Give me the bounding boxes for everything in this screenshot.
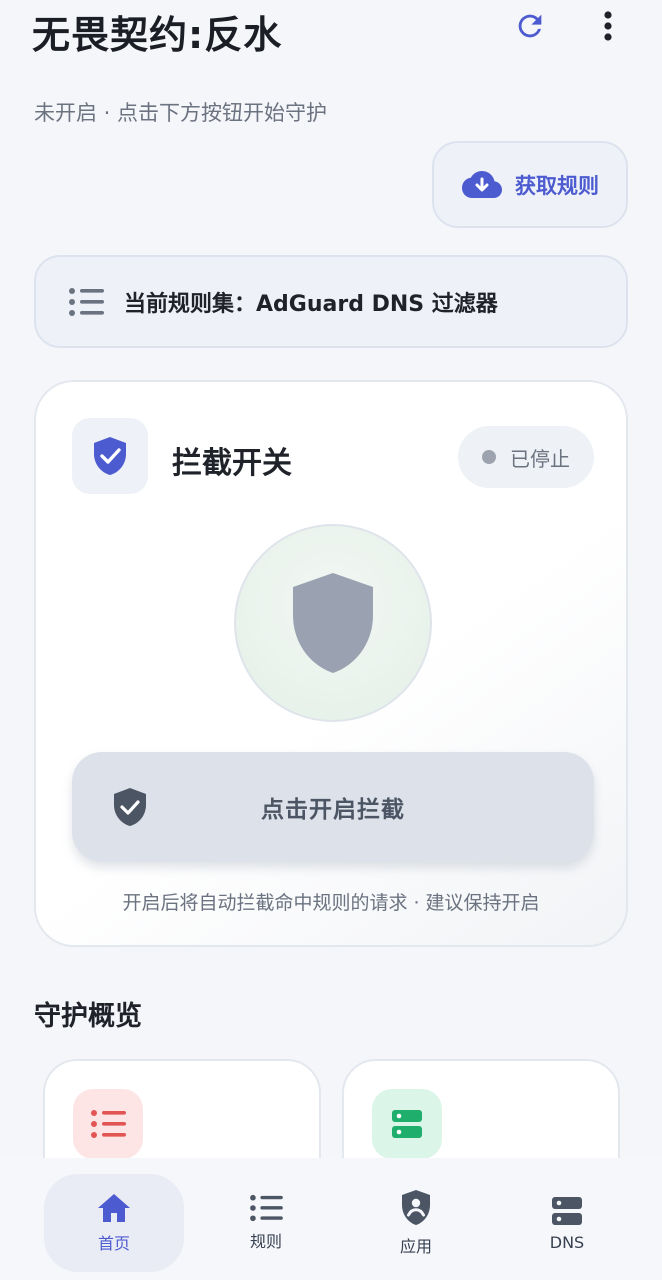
enable-blocking-button[interactable]: 点击开启拦截 — [72, 752, 594, 862]
overview-title: 守护概览 — [34, 1001, 142, 1032]
dns-server-icon — [552, 1196, 582, 1225]
list-icon — [91, 1110, 126, 1138]
enable-blocking-label: 点击开启拦截 — [261, 797, 405, 823]
rules-icon-box — [73, 1089, 143, 1159]
app-shield-icon — [402, 1190, 430, 1225]
shield-badge — [72, 418, 148, 494]
shield-icon — [293, 573, 373, 673]
nav-label-apps: 应用 — [399, 1237, 432, 1256]
cloud-download-icon — [462, 170, 502, 198]
shield-check-icon — [114, 788, 146, 826]
status-badge: 已停止 — [458, 426, 594, 488]
app-title: 无畏契约:反水 — [32, 13, 283, 57]
more-vert-icon — [604, 11, 612, 41]
list-icon — [69, 287, 104, 316]
fetch-rules-button[interactable]: 获取规则 — [432, 141, 628, 228]
blocking-hint: 开启后将自动拦截命中规则的请求 · 建议保持开启 — [122, 892, 540, 914]
shield-indicator[interactable] — [234, 524, 432, 722]
nav-label-dns: DNS — [549, 1232, 585, 1252]
fetch-rules-label: 获取规则 — [515, 173, 599, 198]
dns-server-icon — [392, 1110, 422, 1138]
nav-item-home[interactable]: 首页 — [44, 1174, 184, 1272]
shield-check-icon — [94, 437, 126, 475]
home-icon — [98, 1194, 130, 1222]
list-icon — [250, 1194, 283, 1222]
nav-item-apps[interactable]: 应用 — [346, 1174, 486, 1272]
bottom-navigation: 首页 规则 应用 DNS — [0, 1158, 662, 1280]
blocking-switch-card: 拦截开关 已停止 点击开启拦截 开启后将自动拦截命中规则的请求 · 建议保持开启 — [34, 380, 628, 947]
nav-label-home: 首页 — [97, 1234, 130, 1253]
home-screen: 无畏契约:反水 未开启 · 点击下方按钮开始守护 获取规则 当前规则集：AdGu… — [0, 0, 662, 1280]
status-subtitle: 未开启 · 点击下方按钮开始守护 — [34, 101, 328, 125]
current-ruleset-label: 当前规则集：AdGuard DNS 过滤器 — [124, 291, 498, 317]
refresh-icon — [518, 14, 542, 38]
nav-item-rules[interactable]: 规则 — [196, 1174, 336, 1272]
current-ruleset-bar[interactable]: 当前规则集：AdGuard DNS 过滤器 — [34, 255, 628, 348]
status-dot — [482, 450, 496, 464]
refresh-button[interactable] — [510, 6, 550, 46]
nav-item-dns[interactable]: DNS — [497, 1174, 637, 1272]
blocking-switch-title: 拦截开关 — [172, 446, 292, 481]
nav-label-rules: 规则 — [249, 1232, 282, 1251]
server-icon-box — [372, 1089, 442, 1159]
more-options-button[interactable] — [588, 6, 628, 46]
status-text: 已停止 — [510, 446, 570, 471]
